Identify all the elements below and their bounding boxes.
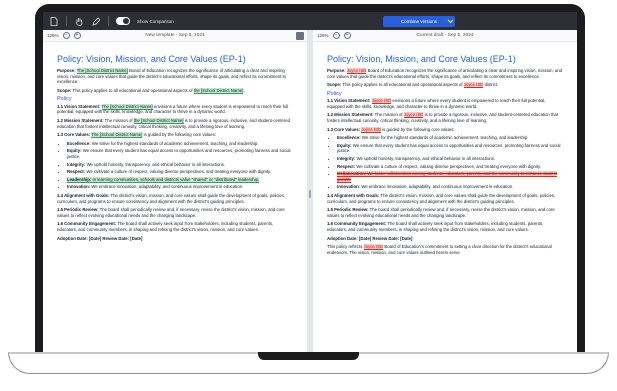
left-pane-header: 126% − + New template - Sep 6, 2024 — [43, 30, 307, 42]
alignment-paragraph: 1.4 Alignment with Goals: The district's… — [57, 193, 286, 204]
right-document-pane[interactable]: 126% − + Current draft - Sep 5, 2024 Pol… — [313, 30, 577, 352]
list-item: Excellence: We strive for the highest st… — [67, 141, 293, 147]
core-values-paragraph: 1.3 Core Values: The [School District Na… — [57, 132, 217, 139]
right-pane-title: Current draft - Sep 5, 2024 — [416, 33, 474, 38]
list-item: Respect: We cultivate a culture of respe… — [67, 169, 293, 175]
left-document: Policy: Vision, Mission, and Core Values… — [43, 42, 307, 241]
show-comparison-toggle[interactable] — [116, 17, 130, 25]
toolbar: Show Comparison Combine versions — [43, 12, 577, 30]
scope-paragraph: Scope: This policy applies to all educat… — [327, 82, 499, 89]
deleted-text[interactable]: Joyce ISD — [361, 126, 381, 133]
list-item: Equity: We ensure that every student has… — [337, 143, 563, 154]
combine-versions-label: Combine versions — [400, 19, 437, 24]
adoption-line: Adoption Date: [Date] Review Date: [Date… — [57, 235, 143, 241]
list-item: Equity: We ensure that every student has… — [67, 148, 293, 159]
vision-paragraph: 1.1 Vision Statement: The [School Distri… — [57, 103, 289, 115]
divider-handle[interactable] — [309, 190, 311, 198]
core-values-list: Excellence: We strive for the highest st… — [67, 141, 293, 190]
alignment-paragraph: 1.4 Alignment with Goals: The district's… — [327, 193, 556, 204]
deleted-text[interactable]: Collaboration: We foster collaboration a… — [337, 171, 558, 183]
app-window: Show Comparison Combine versions 126% − … — [43, 12, 577, 352]
show-comparison-label: Show Comparison — [137, 18, 174, 24]
core-values-list: Excellence: We strive for the highest st… — [337, 135, 563, 190]
chevron-down-icon[interactable] — [445, 16, 455, 27]
review-paragraph: 1.5 Periodic Review: The board shall per… — [57, 207, 285, 218]
list-item: Integrity: We uphold honesty, transparen… — [337, 156, 563, 162]
inserted-text[interactable]: The [School District Name] — [91, 132, 143, 139]
adoption-line: Adoption Date: [Date] Review Date: [Date… — [327, 235, 413, 241]
mission-paragraph: 1.2 Mission Statement: The mission of th… — [57, 118, 291, 129]
purpose-paragraph: Purpose: The [School District Name] Boar… — [57, 68, 287, 85]
pane-menu-icon[interactable] — [296, 32, 304, 40]
vision-paragraph: 1.1 Vision Statement: Joyce ISD envision… — [327, 98, 546, 109]
document-icon[interactable] — [49, 16, 59, 26]
inserted-text[interactable]: Leadership: In learning communities, sch… — [67, 176, 260, 183]
right-document: Policy: Vision, Mission, and Core Values… — [313, 42, 577, 255]
deleted-text[interactable]: Joyce ISD — [463, 82, 484, 89]
hand-icon[interactable] — [74, 16, 84, 26]
list-item: Leadership: In learning communities, sch… — [67, 176, 293, 183]
toolbar-divider — [108, 16, 109, 26]
policy-heading: Policy — [327, 90, 342, 97]
laptop-notch — [258, 352, 359, 360]
list-item: Innovation: We embrace innovation, adapt… — [337, 184, 563, 190]
list-item: Innovation: We embrace innovation, adapt… — [67, 184, 293, 190]
doc-heading: Policy: Vision, Mission, and Core Values… — [327, 54, 516, 64]
list-item: Collaboration: We foster collaboration a… — [337, 171, 563, 183]
policy-heading: Policy — [57, 96, 72, 103]
left-pane-title: New template - Sep 6, 2024 — [145, 33, 205, 38]
community-paragraph: 1.6 Community Engagement: The board shal… — [57, 221, 274, 232]
list-item: Respect: We cultivate a culture of respe… — [337, 164, 563, 170]
right-pane-header: 126% − + Current draft - Sep 5, 2024 — [313, 30, 577, 42]
scope-paragraph: Scope: This policy applies to all educat… — [57, 87, 245, 94]
community-paragraph: 1.6 Community Engagement: The board shal… — [327, 221, 544, 232]
closing-paragraph: This policy reflects Joyce ISD Board of … — [327, 244, 552, 255]
mission-paragraph: 1.2 Mission Statement: The mission of Jo… — [327, 112, 559, 124]
core-values-paragraph: 1.3 Core Values: Joyce ISD is guided by … — [327, 126, 455, 133]
list-item: Excellence: We strive for the highest st… — [337, 135, 563, 141]
review-paragraph: 1.5 Periodic Review: The board shall per… — [327, 207, 555, 218]
purpose-paragraph: Purpose: Joyce ISD Board of Education re… — [327, 68, 563, 79]
list-item: Integrity: We uphold honesty, transparen… — [67, 162, 293, 168]
inserted-text[interactable]: the [School District Name] — [193, 87, 244, 94]
toolbar-divider — [66, 16, 67, 26]
left-document-pane[interactable]: 126% − + New template - Sep 6, 2024 Poli… — [43, 30, 307, 352]
doc-heading: Policy: Vision, Mission, and Core Values… — [57, 54, 246, 64]
pen-icon[interactable] — [91, 16, 101, 26]
